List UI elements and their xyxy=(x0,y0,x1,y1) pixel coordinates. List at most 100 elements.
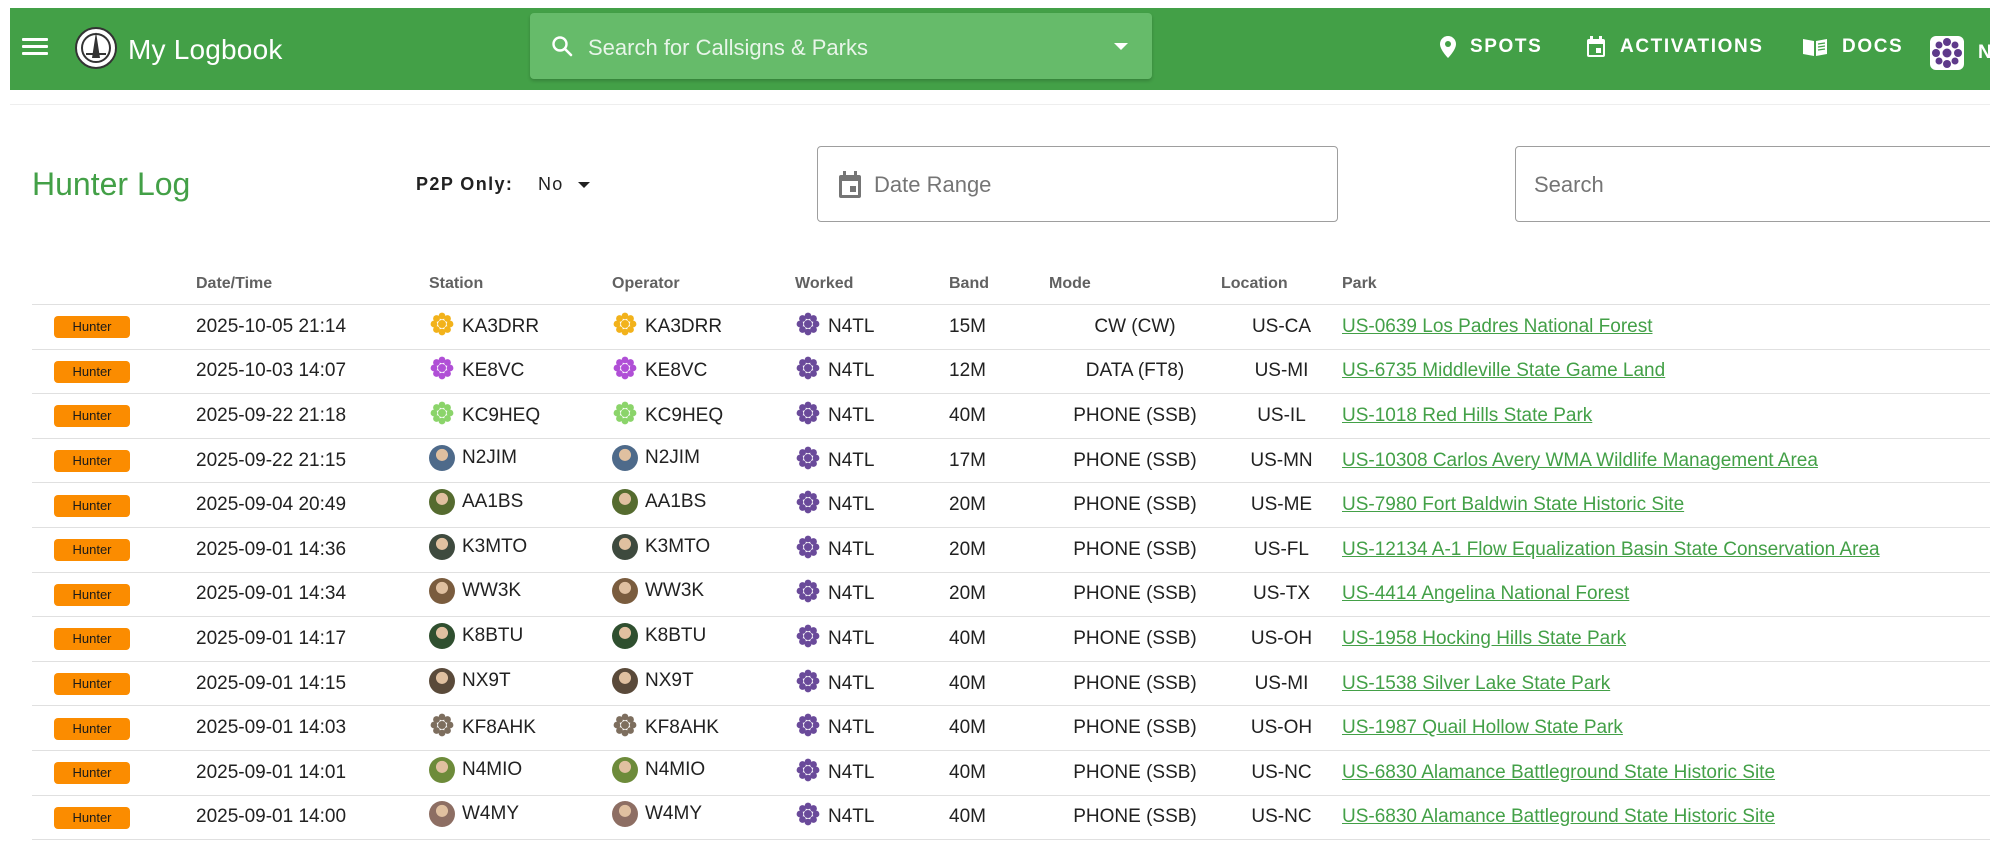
table-row[interactable]: Hunter 2025-09-22 21:18 KC9HEQ KC9HEQ N4TL 40… xyxy=(32,393,1990,439)
table-row[interactable]: Hunter 2025-09-04 20:49 AA1BS AA1BS N4TL 20M P… xyxy=(32,482,1990,528)
station-callsign[interactable]: N2JIM xyxy=(462,447,517,469)
table-row[interactable]: Hunter 2025-09-01 14:03 KF8AHK KF8AHK N4TL 40… xyxy=(32,705,1990,751)
operator-link[interactable]: KE8VC xyxy=(612,355,707,387)
nav-docs[interactable]: DOCS xyxy=(1802,36,1903,58)
operator-link[interactable]: K8BTU xyxy=(612,622,706,649)
station-link[interactable]: KC9HEQ xyxy=(429,400,540,432)
park-link[interactable]: US-0639 Los Padres National Forest xyxy=(1342,316,1653,337)
operator-callsign[interactable]: K8BTU xyxy=(645,625,706,647)
station-callsign[interactable]: KC9HEQ xyxy=(462,405,540,427)
park-link[interactable]: US-6830 Alamance Battleground State Hist… xyxy=(1342,762,1775,783)
park-link[interactable]: US-7980 Fort Baldwin State Historic Site xyxy=(1342,494,1684,515)
worked-callsign[interactable]: N4TL xyxy=(828,405,874,427)
table-row[interactable]: Hunter 2025-09-01 14:00 W4MY W4MY N4TL 40M PHO… xyxy=(32,795,1990,841)
worked-link[interactable]: N4TL xyxy=(795,668,874,700)
p2p-only-select[interactable]: No xyxy=(538,174,563,195)
park-link[interactable]: US-1018 Red Hills State Park xyxy=(1342,405,1592,426)
app-title[interactable]: My Logbook xyxy=(128,34,283,66)
operator-callsign[interactable]: KC9HEQ xyxy=(645,405,723,427)
operator-link[interactable]: N2JIM xyxy=(612,444,700,471)
station-callsign[interactable]: W4MY xyxy=(462,803,519,825)
park-link[interactable]: US-1958 Hocking Hills State Park xyxy=(1342,628,1626,649)
column-header-station[interactable]: Station xyxy=(429,264,612,305)
operator-link[interactable]: KA3DRR xyxy=(612,311,722,343)
column-header-operator[interactable]: Operator xyxy=(612,264,795,305)
worked-link[interactable]: N4TL xyxy=(795,801,874,833)
hamburger-menu-icon[interactable] xyxy=(20,34,50,64)
column-header-mode[interactable]: Mode xyxy=(1049,264,1221,305)
table-row[interactable]: Hunter 2025-09-22 21:15 N2JIM N2JIM N4TL 17M P… xyxy=(32,438,1990,484)
station-callsign[interactable]: NX9T xyxy=(462,670,511,692)
worked-callsign[interactable]: N4TL xyxy=(828,360,874,382)
worked-callsign[interactable]: N4TL xyxy=(828,717,874,739)
station-link[interactable]: KA3DRR xyxy=(429,311,539,343)
p2p-dropdown-icon[interactable] xyxy=(578,182,590,188)
station-link[interactable]: N2JIM xyxy=(429,444,517,471)
worked-link[interactable]: N4TL xyxy=(795,311,874,343)
park-link[interactable]: US-4414 Angelina National Forest xyxy=(1342,583,1629,604)
station-link[interactable]: KE8VC xyxy=(429,355,524,387)
operator-callsign[interactable]: N4MIO xyxy=(645,759,705,781)
operator-callsign[interactable]: KE8VC xyxy=(645,360,707,382)
table-search-field[interactable]: Search xyxy=(1515,146,1990,222)
park-link[interactable]: US-10308 Carlos Avery WMA Wildlife Manag… xyxy=(1342,450,1818,471)
operator-link[interactable]: W4MY xyxy=(612,801,702,828)
operator-callsign[interactable]: N2JIM xyxy=(645,447,700,469)
station-callsign[interactable]: K3MTO xyxy=(462,536,527,558)
station-link[interactable]: AA1BS xyxy=(429,489,523,516)
column-header-worked[interactable]: Worked xyxy=(795,264,949,305)
operator-link[interactable]: NX9T xyxy=(612,667,694,694)
park-link[interactable]: US-6735 Middleville State Game Land xyxy=(1342,360,1665,381)
operator-link[interactable]: KF8AHK xyxy=(612,712,719,744)
station-callsign[interactable]: AA1BS xyxy=(462,491,523,513)
logbook-logo-icon[interactable] xyxy=(72,24,120,72)
park-link[interactable]: US-1987 Quail Hollow State Park xyxy=(1342,717,1623,738)
table-row[interactable]: Hunter 2025-09-01 14:15 NX9T NX9T N4TL 40M PHO… xyxy=(32,661,1990,707)
worked-callsign[interactable]: N4TL xyxy=(828,673,874,695)
operator-callsign[interactable]: KA3DRR xyxy=(645,316,722,338)
worked-link[interactable]: N4TL xyxy=(795,534,874,566)
park-link[interactable]: US-1538 Silver Lake State Park xyxy=(1342,673,1610,694)
table-row[interactable]: Hunter 2025-09-01 14:36 K3MTO K3MTO N4TL 20M P… xyxy=(32,527,1990,573)
operator-callsign[interactable]: AA1BS xyxy=(645,491,706,513)
operator-callsign[interactable]: KF8AHK xyxy=(645,717,719,739)
worked-callsign[interactable]: N4TL xyxy=(828,539,874,561)
station-callsign[interactable]: KE8VC xyxy=(462,360,524,382)
column-header-park[interactable]: Park xyxy=(1342,264,1990,305)
worked-callsign[interactable]: N4TL xyxy=(828,806,874,828)
table-row[interactable]: Hunter 2025-10-03 14:07 KE8VC KE8VC N4TL 12M D… xyxy=(32,349,1990,395)
station-link[interactable]: W4MY xyxy=(429,801,519,828)
worked-callsign[interactable]: N4TL xyxy=(828,494,874,516)
operator-link[interactable]: K3MTO xyxy=(612,533,710,560)
worked-callsign[interactable]: N4TL xyxy=(828,316,874,338)
nav-user[interactable]: N xyxy=(1930,36,1990,70)
operator-link[interactable]: KC9HEQ xyxy=(612,400,723,432)
park-link[interactable]: US-6830 Alamance Battleground State Hist… xyxy=(1342,806,1775,827)
column-header-band[interactable]: Band xyxy=(949,264,1049,305)
operator-link[interactable]: AA1BS xyxy=(612,489,706,516)
worked-link[interactable]: N4TL xyxy=(795,489,874,521)
worked-link[interactable]: N4TL xyxy=(795,355,874,387)
worked-link[interactable]: N4TL xyxy=(795,757,874,789)
station-callsign[interactable]: K8BTU xyxy=(462,625,523,647)
station-link[interactable]: WW3K xyxy=(429,578,521,605)
worked-link[interactable]: N4TL xyxy=(795,400,874,432)
column-header-location[interactable]: Location xyxy=(1221,264,1342,305)
date-range-field[interactable]: Date Range xyxy=(817,146,1338,222)
chevron-down-icon[interactable] xyxy=(1114,43,1128,50)
worked-callsign[interactable]: N4TL xyxy=(828,762,874,784)
station-link[interactable]: NX9T xyxy=(429,667,511,694)
station-callsign[interactable]: WW3K xyxy=(462,580,521,602)
worked-link[interactable]: N4TL xyxy=(795,578,874,610)
operator-callsign[interactable]: WW3K xyxy=(645,580,704,602)
nav-activations[interactable]: ACTIVATIONS xyxy=(1586,36,1764,58)
operator-callsign[interactable]: K3MTO xyxy=(645,536,710,558)
worked-callsign[interactable]: N4TL xyxy=(828,583,874,605)
operator-link[interactable]: WW3K xyxy=(612,578,704,605)
operator-callsign[interactable]: NX9T xyxy=(645,670,694,692)
worked-link[interactable]: N4TL xyxy=(795,445,874,477)
station-link[interactable]: K3MTO xyxy=(429,533,527,560)
table-row[interactable]: Hunter 2025-09-01 14:34 WW3K WW3K N4TL 20M PHO… xyxy=(32,572,1990,618)
table-row[interactable]: Hunter 2025-10-05 21:14 KA3DRR KA3DRR N4TL 15… xyxy=(32,304,1990,350)
column-header-datetime[interactable]: Date/Time xyxy=(196,264,429,305)
